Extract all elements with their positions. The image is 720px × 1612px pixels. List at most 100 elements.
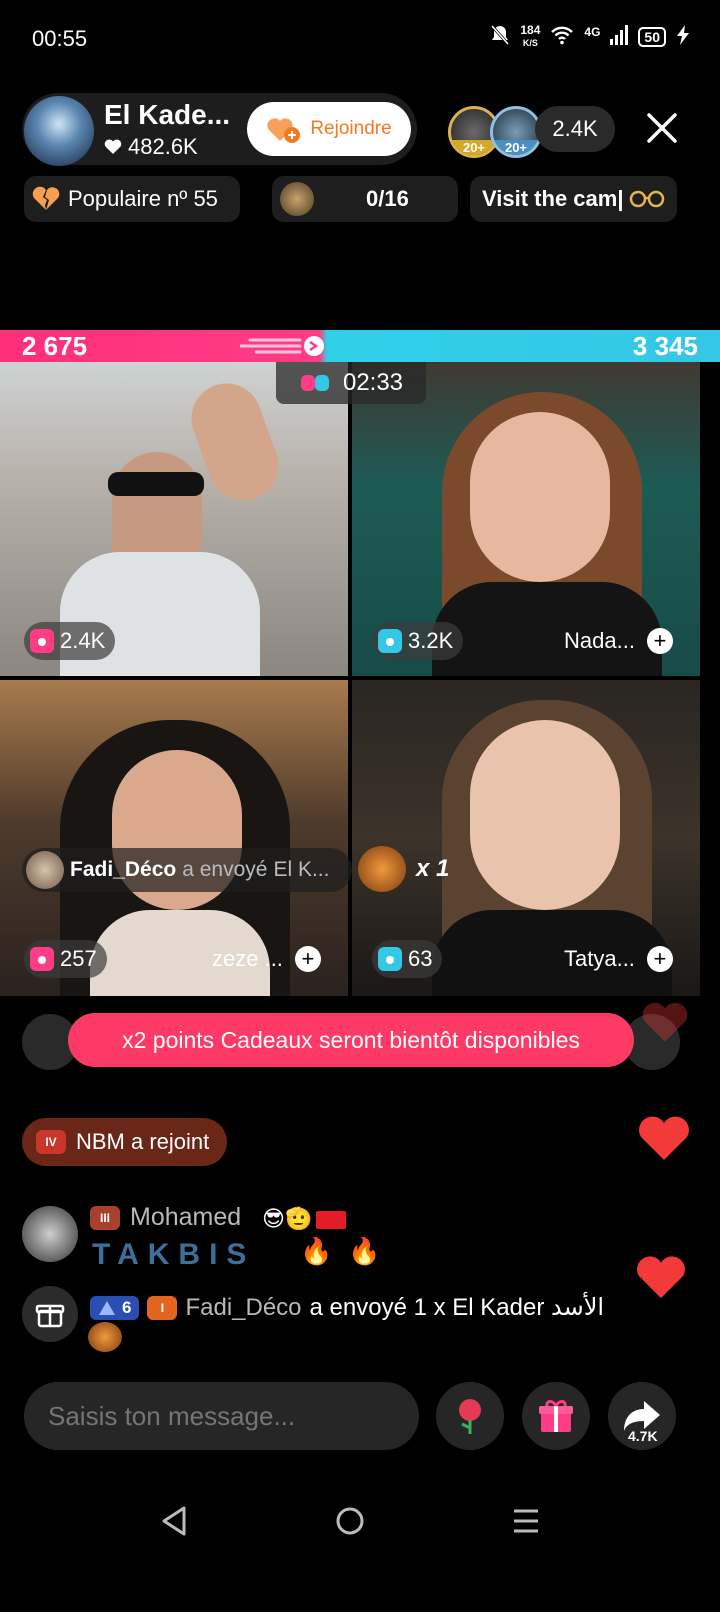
campaign-text: Visit the cam| bbox=[482, 186, 624, 211]
camera-icon bbox=[30, 947, 54, 971]
gift-recipient: El K... bbox=[273, 858, 330, 881]
guest-name: Tatya... bbox=[564, 946, 635, 971]
broken-heart-icon bbox=[32, 186, 60, 210]
floating-heart-icon bbox=[634, 1254, 688, 1305]
rose-gift-button[interactable] bbox=[436, 1382, 504, 1450]
camera-icon bbox=[378, 947, 402, 971]
join-label: Rejoindre bbox=[310, 118, 392, 139]
join-button[interactable]: Rejoindre bbox=[247, 102, 411, 156]
wifi-icon bbox=[550, 25, 574, 48]
battle-divider-icon bbox=[240, 336, 324, 356]
gift-count-tag: x 1 bbox=[358, 846, 449, 892]
left-team-score: 2 675 bbox=[22, 331, 88, 361]
gift-count: x 1 bbox=[416, 855, 450, 882]
guest-score-chip[interactable]: 3.2K bbox=[372, 622, 464, 660]
tier-badge: 6 bbox=[90, 1295, 140, 1320]
gift-event-icon bbox=[22, 1286, 78, 1342]
gift-event: 6 I Fadi_Déco a envoyé 1 x El Kader الأس… bbox=[90, 1293, 604, 1322]
lion-gift-icon bbox=[88, 1322, 122, 1352]
gift-notice: Fadi_Déco a envoyé El K... bbox=[22, 848, 352, 892]
points-banner: x2 points Cadeaux seront bientôt disponi… bbox=[68, 1013, 634, 1067]
message-input[interactable] bbox=[24, 1382, 419, 1450]
commenter-level-badge: III bbox=[90, 1206, 120, 1230]
guest-name: Nada... bbox=[564, 628, 635, 653]
lion-gift-icon bbox=[358, 846, 406, 892]
gift-event-text: a envoyé 1 x El Kader الأسد bbox=[309, 1294, 605, 1321]
level-badge: III bbox=[90, 1206, 120, 1230]
guest-score: 63 bbox=[408, 946, 433, 971]
guest-score-chip[interactable]: 63 bbox=[372, 940, 443, 978]
close-icon[interactable] bbox=[644, 110, 680, 146]
guest-name-tag[interactable]: Nada... + bbox=[564, 628, 673, 654]
goal-gift-icon bbox=[280, 182, 314, 216]
gift-button[interactable] bbox=[522, 1382, 590, 1450]
network-speed: 184 K/S bbox=[520, 23, 541, 48]
viewer-rank-badge: 20+ bbox=[493, 140, 539, 155]
floating-heart-icon bbox=[636, 1114, 692, 1167]
heart-plus-icon bbox=[266, 114, 302, 144]
campaign-pill[interactable]: Visit the cam| bbox=[470, 176, 677, 222]
join-event: IV NBM a rejoint bbox=[22, 1118, 228, 1166]
level-badge: IV bbox=[36, 1130, 66, 1154]
guest-name-tag[interactable]: Tatya... + bbox=[564, 946, 673, 972]
gift-sender: Fadi_Déco bbox=[70, 858, 177, 881]
guest-score-chip[interactable]: 257 bbox=[24, 940, 107, 978]
glasses-icon bbox=[630, 190, 665, 208]
follow-plus-button[interactable]: + bbox=[646, 946, 673, 972]
follow-plus-button[interactable]: + bbox=[646, 628, 673, 654]
top-viewer-avatar[interactable]: 20+ bbox=[490, 106, 542, 158]
popular-rank-pill[interactable]: Populaire nº 55 bbox=[24, 176, 240, 222]
guest-score: 257 bbox=[60, 946, 97, 971]
comment-text: TAKBIS bbox=[92, 1238, 256, 1271]
tunisia-flag-icon bbox=[316, 1211, 347, 1230]
guest-name-tag[interactable]: zeze ... + bbox=[212, 946, 321, 972]
nav-back-icon[interactable] bbox=[154, 1498, 194, 1544]
join-event-text: NBM a rejoint bbox=[76, 1129, 210, 1154]
guest-score: 2.4K bbox=[60, 628, 106, 653]
level-badge: I bbox=[147, 1295, 178, 1320]
status-time: 00:55 bbox=[32, 26, 88, 51]
host-likes: 482.6K bbox=[104, 134, 198, 160]
commenter-avatar[interactable] bbox=[22, 1206, 78, 1262]
follow-plus-button[interactable]: + bbox=[294, 946, 321, 972]
heart-icon bbox=[104, 139, 122, 154]
face-emoji-icon: 🫡 bbox=[284, 1206, 313, 1231]
gift-event-sender[interactable]: Fadi_Déco bbox=[185, 1294, 301, 1322]
commenter-name[interactable]: Mohamed bbox=[130, 1203, 241, 1232]
fire-emoji-icon: 🔥 bbox=[300, 1236, 333, 1266]
right-team-score: 3 345 bbox=[632, 331, 698, 361]
nav-home-icon[interactable] bbox=[330, 1498, 370, 1544]
host-likes-count: 482.6K bbox=[128, 134, 198, 159]
camera-icon bbox=[378, 629, 402, 653]
goal-progress-pill[interactable]: 0/16 bbox=[272, 176, 458, 222]
fire-emoji-icon: 🔥 bbox=[348, 1236, 381, 1266]
rose-icon bbox=[459, 1399, 481, 1434]
popular-rank-text: Populaire nº 55 bbox=[68, 186, 218, 211]
gift-action: a envoyé bbox=[182, 858, 268, 881]
camera-icon bbox=[30, 629, 54, 653]
network-type: 4G bbox=[584, 24, 601, 39]
guest-score-chip[interactable]: 2.4K bbox=[24, 622, 116, 660]
viewer-rank-badge: 20+ bbox=[451, 140, 497, 155]
battle-timer: 02:33 bbox=[276, 362, 426, 404]
gift-box-icon bbox=[539, 1400, 573, 1432]
battle-timer-text: 02:33 bbox=[342, 369, 404, 396]
nav-menu-icon[interactable] bbox=[506, 1498, 546, 1544]
goal-progress-text: 0/16 bbox=[366, 186, 409, 211]
floating-heart-icon bbox=[640, 1000, 690, 1049]
host-name[interactable]: El Kade... bbox=[104, 99, 230, 131]
charging-icon bbox=[676, 25, 690, 48]
tier-value: 6 bbox=[122, 1297, 132, 1317]
emoji-decorations: 😎🫡 bbox=[262, 1206, 347, 1232]
viewer-count[interactable]: 2.4K bbox=[535, 106, 615, 152]
mute-bell-icon bbox=[490, 24, 510, 49]
battery-level: 50 bbox=[638, 26, 666, 47]
share-count: 4.7K bbox=[628, 1428, 658, 1444]
guest-name: zeze ... bbox=[212, 946, 283, 971]
host-avatar[interactable] bbox=[24, 96, 94, 166]
tier-triangle-icon bbox=[99, 1300, 115, 1315]
status-icons: 184 K/S 4G 50 bbox=[490, 24, 690, 49]
signal-icon bbox=[610, 25, 629, 48]
sender-avatar bbox=[26, 851, 64, 889]
guest-score: 3.2K bbox=[408, 628, 454, 653]
